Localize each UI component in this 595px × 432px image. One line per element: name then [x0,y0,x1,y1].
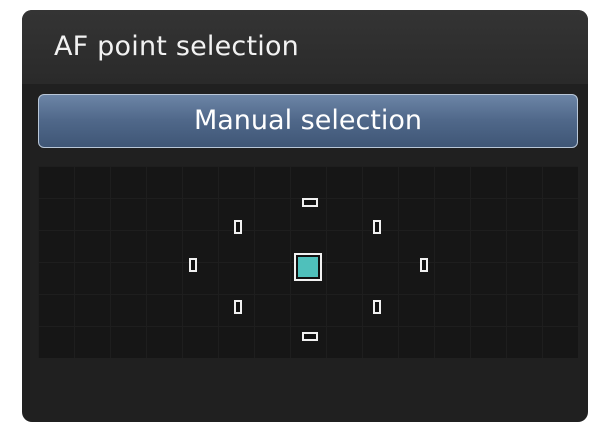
af-point-top[interactable] [302,198,318,207]
af-point-bottom[interactable] [302,332,318,341]
af-point-map [38,166,578,358]
af-point-lower-left[interactable] [234,300,242,314]
camera-menu-screen: AF point selection Manual selection [22,10,588,422]
af-selection-mode-button[interactable]: Manual selection [38,94,578,148]
menu-header: AF point selection [22,10,588,84]
af-point-right[interactable] [420,258,428,272]
af-point-upper-left[interactable] [234,220,242,234]
menu-title: AF point selection [54,31,299,62]
af-point-left[interactable] [189,258,197,272]
af-point-center-fill [298,257,318,277]
af-point-upper-right[interactable] [373,220,381,234]
af-point-center-selected[interactable] [294,253,322,281]
af-point-lower-right[interactable] [373,300,381,314]
